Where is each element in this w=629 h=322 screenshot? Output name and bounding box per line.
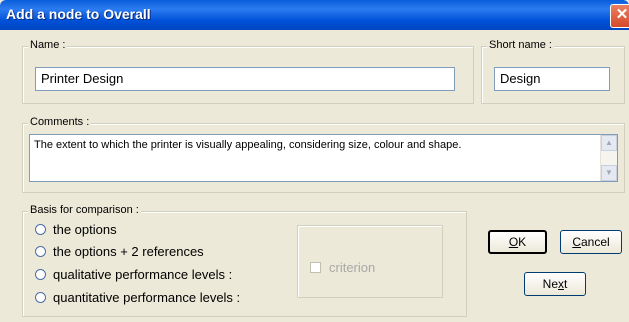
radio-label: the options bbox=[53, 221, 117, 237]
comments-label: Comments : bbox=[28, 116, 92, 128]
basis-group: Basis for comparison : the options the o… bbox=[22, 204, 467, 317]
scroll-up-icon[interactable]: ▲ bbox=[601, 135, 617, 151]
comments-textarea[interactable]: The extent to which the printer is visua… bbox=[29, 134, 618, 182]
radio-circle-icon[interactable] bbox=[35, 291, 46, 303]
radio-quantitative-levels[interactable]: quantitative performance levels : bbox=[35, 288, 240, 306]
radio-circle-icon[interactable] bbox=[35, 245, 46, 257]
radio-options-plus-references[interactable]: the options + 2 references bbox=[35, 242, 204, 260]
scroll-down-icon[interactable]: ▼ bbox=[601, 165, 617, 181]
dialog-window: Add a node to Overall ✕ Name : Printer D… bbox=[0, 0, 629, 322]
criterion-checkbox bbox=[310, 262, 321, 273]
cancel-button[interactable]: Cancel bbox=[560, 230, 622, 254]
name-label: Name : bbox=[28, 39, 68, 51]
name-group: Name : Printer Design bbox=[22, 39, 474, 104]
radio-circle-icon[interactable] bbox=[35, 268, 46, 280]
ok-button[interactable]: OK bbox=[488, 230, 547, 254]
short-name-input[interactable]: Design bbox=[494, 67, 610, 91]
basis-label: Basis for comparison : bbox=[28, 204, 141, 216]
radio-the-options[interactable]: the options bbox=[35, 220, 117, 238]
radio-label: the options + 2 references bbox=[53, 243, 204, 259]
name-input[interactable]: Printer Design bbox=[35, 67, 455, 91]
radio-label: qualitative performance levels : bbox=[53, 266, 233, 282]
title-bar[interactable]: Add a node to Overall ✕ bbox=[0, 0, 629, 30]
short-name-group: Short name : Design bbox=[481, 39, 625, 104]
radio-label: quantitative performance levels : bbox=[53, 289, 241, 305]
window-title: Add a node to Overall bbox=[6, 6, 151, 22]
radio-qualitative-levels[interactable]: qualitative performance levels : bbox=[35, 265, 232, 283]
next-button[interactable]: Next bbox=[524, 272, 586, 296]
close-icon: ✕ bbox=[615, 6, 629, 23]
comments-scrollbar[interactable]: ▲ ▼ bbox=[600, 135, 617, 181]
criterion-label: criterion bbox=[329, 260, 376, 275]
comments-group: Comments : The extent to which the print… bbox=[22, 116, 625, 193]
criterion-group: criterion bbox=[297, 225, 443, 298]
criterion-checkbox-row: criterion bbox=[310, 260, 375, 275]
short-name-label: Short name : bbox=[487, 39, 554, 51]
close-button[interactable]: ✕ bbox=[610, 4, 629, 28]
comments-text: The extent to which the printer is visua… bbox=[34, 139, 462, 151]
radio-circle-icon[interactable] bbox=[35, 223, 46, 235]
